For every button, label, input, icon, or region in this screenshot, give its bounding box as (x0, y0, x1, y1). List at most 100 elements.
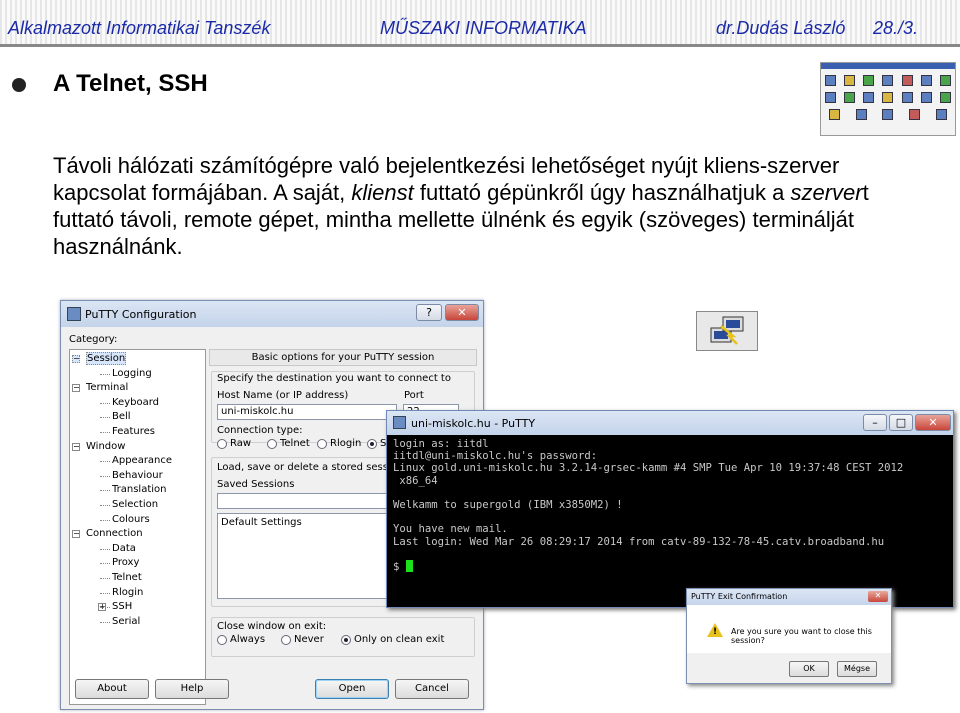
saved-session-input[interactable] (217, 493, 397, 509)
tree-item-appearance[interactable]: Appearance (70, 454, 205, 469)
panel-header: Basic options for your PuTTY session (209, 349, 477, 366)
tree-item-label: Terminal (86, 382, 129, 394)
ok-button[interactable]: OK (789, 661, 829, 677)
tree-item-label: Data (112, 542, 136, 554)
exit-confirmation-dialog: PuTTY Exit Confirmation ✕ ! Are you sure… (686, 588, 892, 684)
expander-icon[interactable]: − (72, 384, 80, 393)
expander-icon[interactable]: + (98, 603, 106, 612)
host-label: Host Name (or IP address) (217, 390, 349, 401)
radio-always[interactable]: Always (217, 634, 265, 645)
host-input[interactable]: uni-miskolc.hu (217, 404, 397, 420)
winscp-thumbnail (820, 62, 956, 136)
tree-item-label: Translation (112, 484, 167, 496)
close-window-label: Close window on exit: (217, 621, 327, 632)
tree-item-label: Connection (86, 528, 143, 540)
close-icon[interactable]: ✕ (915, 414, 951, 431)
terminal-title: uni-miskolc.hu - PuTTY (411, 417, 536, 430)
tree-item-colours[interactable]: Colours (70, 513, 205, 528)
slide-title: A Telnet, SSH (53, 70, 208, 97)
tree-item-label: Features (112, 425, 155, 437)
para-text-2: futtató gépünkről úgy használhatjuk a (413, 180, 791, 205)
radio-rlogin[interactable]: Rlogin (317, 438, 361, 449)
tree-item-behaviour[interactable]: Behaviour (70, 469, 205, 484)
tree-item-label: Behaviour (112, 469, 163, 481)
tree-item-rlogin[interactable]: Rlogin (70, 586, 205, 601)
help-titlebar-button[interactable]: ? (416, 304, 442, 321)
dialog-title: PuTTY Exit Confirmation (691, 592, 788, 601)
category-label: Category: (69, 334, 118, 345)
tree-item-label: Colours (112, 513, 150, 525)
close-icon[interactable]: ✕ (868, 591, 888, 602)
tree-item-label: Keyboard (112, 396, 160, 408)
tree-item-label: Telnet (112, 571, 142, 583)
tree-item-label: Bell (112, 411, 131, 423)
tree-item-window[interactable]: − Window (70, 440, 205, 455)
tree-item-translation[interactable]: Translation (70, 483, 205, 498)
putty-icon[interactable] (696, 311, 758, 351)
dialog-message: Are you sure you want to close this sess… (731, 627, 872, 645)
tree-item-serial[interactable]: Serial (70, 615, 205, 630)
radio-clean-exit[interactable]: Only on clean exit (341, 634, 444, 645)
tree-item-label: Window (86, 440, 126, 452)
tree-item-keyboard[interactable]: Keyboard (70, 396, 205, 411)
expander-icon[interactable]: − (72, 355, 80, 363)
header-divider (0, 44, 960, 47)
expander-icon[interactable]: − (72, 530, 80, 539)
dialog-titlebar[interactable]: PuTTY Exit Confirmation ✕ (687, 589, 891, 605)
session-item[interactable]: Default Settings (221, 517, 393, 528)
minimize-icon[interactable]: – (863, 414, 887, 431)
config-titlebar[interactable]: PuTTY Configuration ? ✕ (61, 301, 483, 327)
expander-icon[interactable]: − (72, 442, 80, 451)
saved-sessions-label: Saved Sessions (217, 479, 295, 490)
tree-item-features[interactable]: Features (70, 425, 205, 440)
help-button[interactable]: Help (155, 679, 229, 699)
maximize-icon[interactable]: □ (889, 414, 913, 431)
tree-item-proxy[interactable]: Proxy (70, 556, 205, 571)
tree-item-connection[interactable]: − Connection (70, 527, 205, 542)
tree-item-ssh[interactable]: + SSH (70, 600, 205, 615)
tree-item-label: Session (86, 352, 127, 365)
sessions-list[interactable]: Default Settings (217, 513, 397, 599)
putty-terminal-window: uni-miskolc.hu - PuTTY – □ ✕ login as: i… (386, 410, 954, 608)
putty-window-icon (393, 416, 406, 429)
tree-item-telnet[interactable]: Telnet (70, 571, 205, 586)
tree-item-label: SSH (112, 601, 133, 613)
close-icon[interactable]: ✕ (445, 304, 479, 321)
para-em-szerver: szerver (790, 180, 863, 205)
tree-item-data[interactable]: Data (70, 542, 205, 557)
author-text: dr.Dudás László (716, 18, 846, 38)
tree-item-logging[interactable]: Logging (70, 367, 205, 382)
megse-button[interactable]: Mégse (837, 661, 877, 677)
terminal-line: x86_64 (393, 474, 438, 487)
tree-item-session[interactable]: − Session (70, 352, 205, 367)
config-title: PuTTY Configuration (85, 308, 197, 321)
terminal-line: You have new mail. (393, 523, 508, 536)
terminal-titlebar[interactable]: uni-miskolc.hu - PuTTY – □ ✕ (387, 411, 953, 435)
load-label: Load, save or delete a stored session (217, 462, 404, 473)
radio-telnet[interactable]: Telnet (267, 438, 310, 449)
terminal-line: Last login: Wed Mar 26 08:29:17 2014 fro… (393, 535, 885, 548)
open-button[interactable]: Open (315, 679, 389, 699)
subject-text: MŰSZAKI INFORMATIKA (380, 18, 587, 38)
radio-ssh[interactable]: S (367, 438, 386, 449)
cursor-icon (405, 560, 413, 573)
radio-raw[interactable]: Raw (217, 438, 251, 449)
terminal-line: login as: iitdl (393, 438, 489, 450)
tree-item-label: Proxy (112, 557, 140, 569)
radio-never[interactable]: Never (281, 634, 324, 645)
terminal-line: iitdl@uni-miskolc.hu's password: (393, 450, 598, 463)
port-label: Port (404, 390, 424, 401)
tree-item-terminal[interactable]: − Terminal (70, 381, 205, 396)
slide-paragraph: Távoli hálózati számítógépre való bejele… (53, 152, 933, 260)
tree-item-selection[interactable]: Selection (70, 498, 205, 513)
putty-window-icon (67, 307, 81, 321)
category-tree[interactable]: − Session Logging − Terminal Keyboard Bell Feat… (69, 349, 206, 705)
tree-item-label: Serial (112, 615, 141, 627)
tree-item-bell[interactable]: Bell (70, 410, 205, 425)
about-button[interactable]: About (75, 679, 149, 699)
terminal-output[interactable]: login as: iitdl iitdl@uni-miskolc.hu's pa… (387, 435, 953, 576)
destination-label: Specify the destination you want to conn… (217, 373, 451, 384)
cancel-button[interactable]: Cancel (395, 679, 469, 699)
